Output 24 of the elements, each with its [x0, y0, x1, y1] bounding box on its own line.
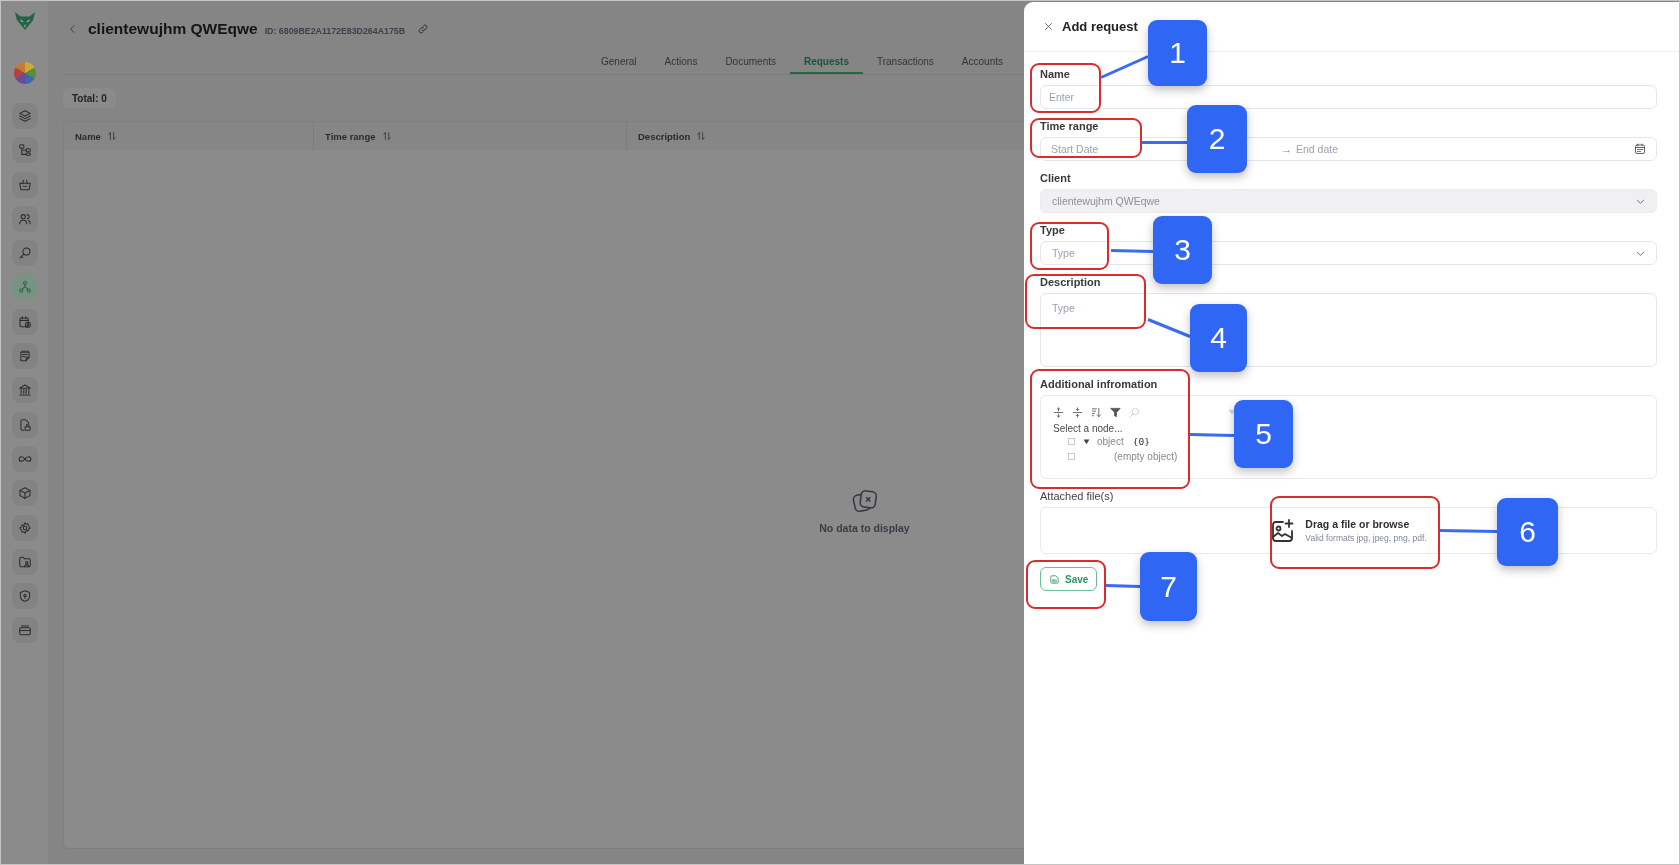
range-arrow: → [1281, 143, 1292, 155]
step-callout: 5 [1234, 400, 1293, 468]
total-count: Total: 0 [63, 88, 116, 108]
node-label: object [1097, 436, 1124, 447]
field-label: Description [1040, 275, 1101, 289]
drawer-title: Add request [1062, 19, 1138, 34]
field-label: Additional infromation [1040, 377, 1158, 391]
field-label: Attached file(s) [1040, 489, 1114, 503]
step-callout: 2 [1187, 105, 1247, 173]
empty-message: No data to display [819, 522, 910, 534]
step-callout: 3 [1153, 216, 1212, 284]
field-label: Client [1040, 171, 1071, 185]
field-label: Type [1040, 223, 1065, 237]
step-callout: 4 [1190, 304, 1247, 372]
field-label: Time range [1040, 119, 1099, 133]
page-title: clientewujhm QWEqwe [88, 20, 258, 38]
step-callout: 6 [1497, 498, 1558, 566]
client-id-text: ID: 6809BE2A1172E83D264A175B [264, 25, 406, 36]
field-label: Name [1040, 67, 1070, 81]
step-callout: 7 [1140, 552, 1197, 621]
node-label: (empty object) [1114, 451, 1178, 462]
node-path-text: Select a node... [1053, 423, 1123, 434]
step-callout: 1 [1148, 20, 1207, 86]
node-count: {0} [1132, 436, 1150, 447]
